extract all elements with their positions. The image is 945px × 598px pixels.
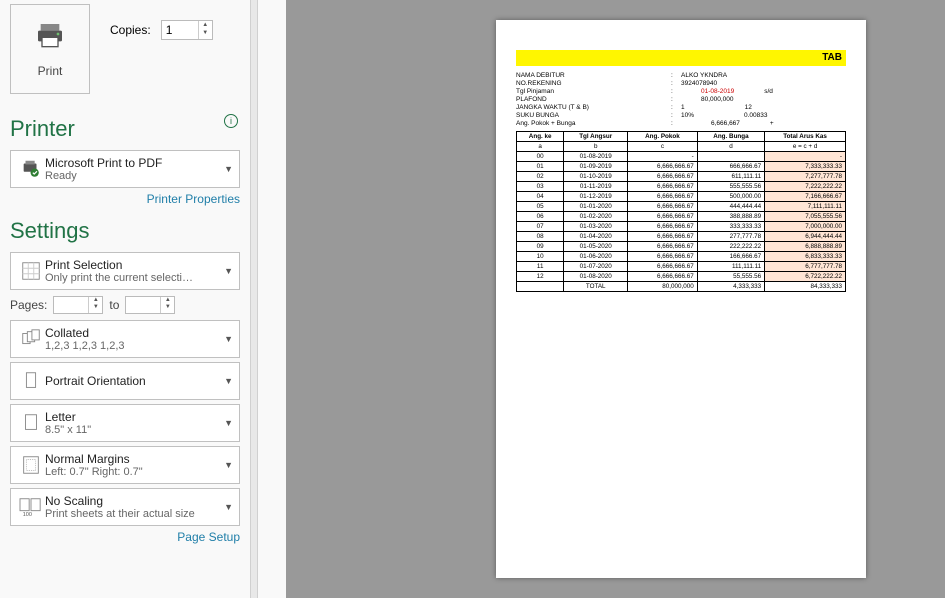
pages-to-label: to (109, 298, 119, 312)
paper-sub: 8.5" x 11" (45, 424, 220, 436)
table-row: 0401-12-20196,666,666.67500,000.007,166,… (517, 192, 846, 202)
collate-title: Collated (45, 326, 220, 340)
chevron-down-icon: ▼ (224, 502, 233, 512)
print-what-sub: Only print the current selecti… (45, 272, 220, 284)
portrait-icon (20, 370, 42, 392)
copies-up[interactable]: ▲ (199, 21, 212, 29)
collate-dropdown[interactable]: Collated 1,2,3 1,2,3 1,2,3 ▼ (10, 320, 240, 358)
scaling-title: No Scaling (45, 494, 220, 508)
orientation-dropdown[interactable]: Portrait Orientation ▼ (10, 362, 240, 400)
chevron-down-icon: ▼ (224, 418, 233, 428)
preview-heading: TAB (516, 50, 846, 66)
table-row: 1001-06-20206,666,666.67166,666.676,833,… (517, 252, 846, 262)
chevron-down-icon: ▼ (224, 460, 233, 470)
amortization-table: Ang. ke Tgl Angsur Ang. Pokok Ang. Bunga… (516, 131, 846, 292)
print-button-label: Print (38, 64, 63, 78)
pages-to-spinner[interactable]: ▲▼ (125, 296, 175, 314)
scaling-sub: Print sheets at their actual size (45, 508, 220, 520)
pages-from-spinner[interactable]: ▲▼ (53, 296, 103, 314)
printer-properties-link[interactable]: Printer Properties (10, 192, 240, 206)
print-options-panel: Print Copies: ▲▼ Printer i (0, 0, 250, 598)
page-setup-link[interactable]: Page Setup (10, 530, 240, 544)
table-row: 0001-08-2019-- (517, 152, 846, 162)
copies-input[interactable] (162, 21, 198, 39)
margins-title: Normal Margins (45, 452, 220, 466)
paper-title: Letter (45, 410, 220, 424)
printer-icon (34, 20, 66, 52)
table-row: 0901-05-20206,666,666.67222,222.226,888,… (517, 242, 846, 252)
collate-icon (20, 328, 42, 350)
info-icon[interactable]: i (224, 114, 238, 128)
chevron-down-icon: ▼ (224, 266, 233, 276)
paper-size-dropdown[interactable]: Letter 8.5" x 11" ▼ (10, 404, 240, 442)
table-row: 0701-03-20206,666,666.67333,333.337,000,… (517, 222, 846, 232)
table-row: 0301-11-20196,666,666.67555,555.567,222,… (517, 182, 846, 192)
printer-name: Microsoft Print to PDF (45, 156, 220, 170)
preview-paper: TAB NAMA DEBITUR:ALKO YKNDRA NO.REKENING… (496, 20, 866, 578)
margins-icon (20, 454, 42, 476)
grid-icon (20, 260, 42, 282)
pages-to-input[interactable] (126, 297, 160, 313)
printer-small-icon (20, 158, 42, 180)
table-row: 0201-10-20196,666,666.67611,111.117,277,… (517, 172, 846, 182)
chevron-down-icon: ▼ (224, 376, 233, 386)
printer-status: Ready (45, 170, 220, 182)
table-row: 0101-09-20196,666,666.67666,666.677,333,… (517, 162, 846, 172)
copies-down[interactable]: ▼ (199, 29, 212, 37)
scaling-dropdown[interactable]: 100 No Scaling Print sheets at their act… (10, 488, 240, 526)
print-what-dropdown[interactable]: Print Selection Only print the current s… (10, 252, 240, 290)
margins-sub: Left: 0.7" Right: 0.7" (45, 466, 220, 478)
table-row: 1101-07-20206,666,666.67111,111.116,777,… (517, 262, 846, 272)
table-row: 0801-04-20206,666,666.67277,777.786,944,… (517, 232, 846, 242)
svg-text:100: 100 (23, 512, 32, 518)
printer-heading: Printer (10, 116, 240, 142)
page-icon (20, 412, 42, 434)
collate-sub: 1,2,3 1,2,3 1,2,3 (45, 340, 220, 352)
copies-label: Copies: (110, 23, 151, 37)
copies-spinner[interactable]: ▲▼ (161, 20, 213, 40)
table-row: 0601-02-20206,666,666.67388,888.897,055,… (517, 212, 846, 222)
table-row: 0501-01-20206,666,666.67444,444.447,111,… (517, 202, 846, 212)
pages-from-input[interactable] (54, 297, 88, 313)
chevron-down-icon: ▼ (224, 334, 233, 344)
pages-label: Pages: (10, 298, 47, 312)
table-row: 1201-08-20206,666,666.6755,555.566,722,2… (517, 272, 846, 282)
margins-dropdown[interactable]: Normal Margins Left: 0.7" Right: 0.7" ▼ (10, 446, 240, 484)
scaling-icon: 100 (18, 496, 44, 518)
print-button[interactable]: Print (10, 4, 90, 94)
printer-dropdown[interactable]: Microsoft Print to PDF Ready ▼ (10, 150, 240, 188)
panel-divider (250, 0, 258, 598)
preview-area: TAB NAMA DEBITUR:ALKO YKNDRA NO.REKENING… (286, 0, 945, 598)
orientation-title: Portrait Orientation (45, 374, 220, 388)
mid-column (258, 0, 286, 598)
print-what-title: Print Selection (45, 258, 220, 272)
chevron-down-icon: ▼ (224, 164, 233, 174)
settings-heading: Settings (10, 218, 240, 244)
